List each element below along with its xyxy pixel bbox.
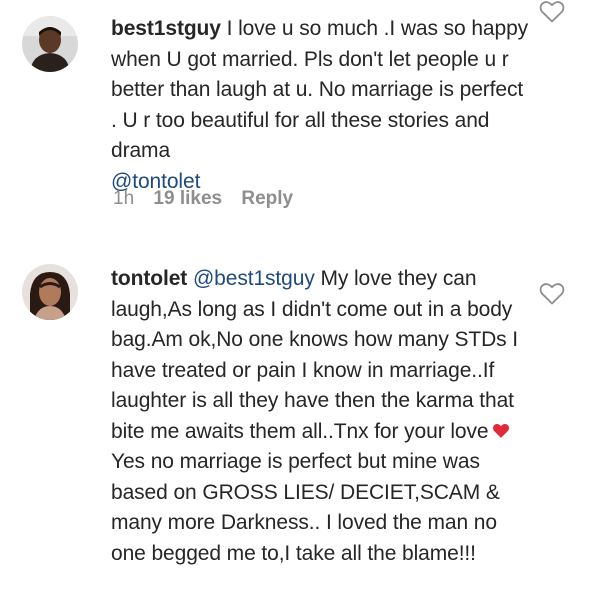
comment-body: tontolet @best1stguy My love they can la…	[111, 264, 531, 569]
avatar[interactable]	[22, 264, 78, 320]
comment-text: My love they can laugh,As long as I didn…	[111, 267, 519, 443]
comment-meta: 1h 19 likes Reply	[113, 188, 307, 210]
reply-button[interactable]: Reply	[241, 188, 293, 209]
comment-time: 1h	[113, 188, 135, 209]
comment-likes[interactable]: 19 likes	[153, 188, 222, 209]
comment-username[interactable]: best1stguy	[111, 17, 221, 40]
red-heart-emoji	[492, 419, 510, 438]
comment-body: best1stguy I love u so much .I was so ha…	[111, 14, 531, 197]
comment-text-continued: Yes no marriage is perfect but mine was …	[111, 450, 500, 565]
heart-outline-icon[interactable]	[539, 282, 565, 306]
heart-outline-icon[interactable]	[539, 0, 565, 24]
comment-mention[interactable]: @best1stguy	[193, 267, 315, 290]
avatar[interactable]	[22, 16, 78, 72]
comment-username[interactable]: tontolet	[111, 267, 187, 290]
